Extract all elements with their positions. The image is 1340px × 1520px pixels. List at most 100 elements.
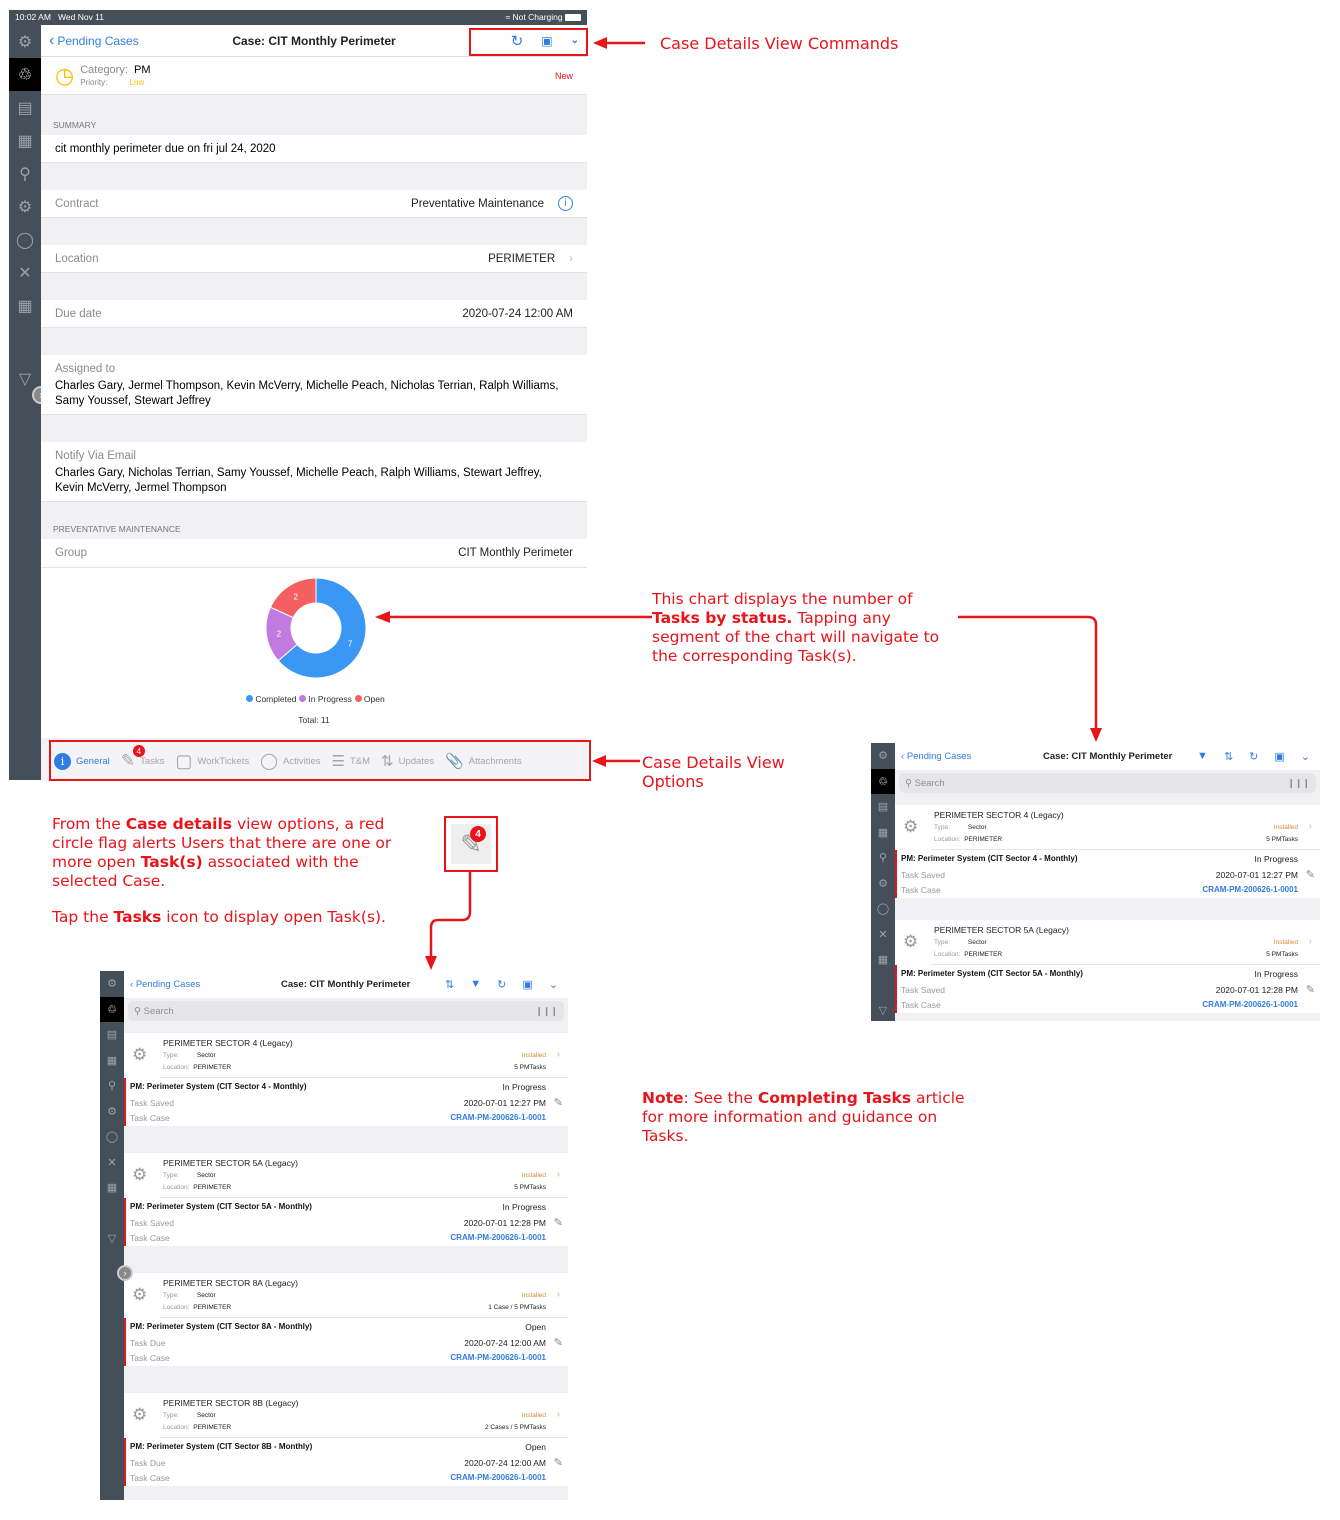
location-value: PERIMETER [193,1184,232,1191]
flag-annotation: From the Case details view options, a re… [52,815,392,890]
task-date-label: Task Due [130,1338,166,1348]
edit-task-icon[interactable]: ✎ [554,1456,563,1469]
refresh-icon[interactable]: ↻ [1249,750,1258,763]
asset-item[interactable]: ⚙ PERIMETER SECTOR 5A (Legacy) Type: Sect… [895,920,1320,965]
tasks-icon-callout: ✎ 4 [444,816,498,872]
commands-annotation: Case Details View Commands [660,34,899,53]
location-value: PERIMETER [964,836,1003,843]
task-name: PM: Perimeter System (CIT Sector 8A - Mo… [130,1322,312,1331]
edit-task-icon[interactable]: ✎ [554,1336,563,1349]
barcode-icon[interactable]: ❙❙❙ [1287,778,1310,789]
task-date-label: Task Saved [130,1218,174,1228]
expand-rail-button[interactable]: › [117,1265,133,1281]
filter-icon[interactable]: ▽ [871,998,895,1021]
clipboard-icon[interactable]: ▤ [871,794,895,820]
task-case-label: Task Case [901,1000,941,1010]
task-case-link[interactable]: CRAM-PM-200626-1-0001 [1202,885,1298,894]
chevron-down-icon[interactable]: ⌄ [549,978,558,991]
calendar-icon[interactable]: ▦ [871,947,895,973]
calendar-icon[interactable]: ▦ [100,1175,124,1201]
task-case-link[interactable]: CRAM-PM-200626-1-0001 [450,1113,546,1122]
nav-bar: ‹ Pending Cases Case: CIT Monthly Perime… [124,971,568,998]
asset-item[interactable]: ⚙ PERIMETER SECTOR 4 (Legacy) Type: Secto… [124,1033,568,1078]
camera-icon[interactable]: ▣ [1274,750,1284,763]
task-case-link[interactable]: CRAM-PM-200626-1-0001 [450,1233,546,1242]
lightbulb-icon[interactable]: ◯ [871,896,895,922]
filter-icon[interactable]: ▼ [470,978,481,991]
asset-item[interactable]: ⚙ PERIMETER SECTOR 5A (Legacy) Type: Sect… [124,1153,568,1198]
edit-task-icon[interactable]: ✎ [554,1096,563,1109]
side-rail: ⚙ ♲ ▤ ▦ ⚲ ⚙ ◯ ✕ ▦ ▽ [100,971,124,1500]
task-case-label: Task Case [130,1113,170,1123]
back-button[interactable]: ‹ Pending Cases [901,751,971,762]
asset-item[interactable]: ⚙ PERIMETER SECTOR 4 (Legacy) Type: Secto… [895,805,1320,850]
refresh-icon[interactable]: ↻ [497,978,506,991]
task-item[interactable]: PM: Perimeter System (CIT Sector 4 - Mon… [124,1078,568,1126]
edit-task-icon[interactable]: ✎ [1306,983,1315,996]
task-date-value: 2020-07-01 12:27 PM [463,1098,546,1108]
edit-task-icon[interactable]: ✎ [554,1216,563,1229]
task-date-value: 2020-07-01 12:28 PM [1215,985,1298,995]
filter-icon[interactable]: ▽ [100,1226,124,1252]
map-icon[interactable]: ▦ [871,820,895,846]
task-list-screen-right: ⚙ ♲ ▤ ▦ ⚲ ⚙ ◯ ✕ ▦ ▽ ‹ Pending Cases Case: CIT Mon… [871,743,1320,1021]
gears-icon: ⚙ [132,1165,148,1184]
task-item[interactable]: PM: Perimeter System (CIT Sector 8A - Mo… [124,1318,568,1366]
search-input[interactable]: ⚲ Search ❙❙❙ [899,773,1316,793]
location-pin-icon[interactable]: ⚲ [100,1073,124,1099]
filter-icon[interactable]: ▼ [1197,750,1208,763]
clipboard-icon[interactable]: ▤ [100,1022,124,1048]
gears-icon: ⚙ [903,932,919,951]
sort-icon[interactable]: ⇅ [445,978,454,991]
chevron-left-icon: ‹ [901,751,905,762]
back-button[interactable]: ‹ Pending Cases [130,979,200,990]
edit-task-icon[interactable]: ✎ [1306,868,1315,881]
install-status: Installed [521,1292,546,1299]
type-label: Type: [163,1412,179,1419]
task-date-label: Task Saved [901,870,945,880]
sort-icon[interactable]: ⇅ [1224,750,1233,763]
task-case-label: Task Case [901,885,941,895]
camera-icon[interactable]: ▣ [522,978,532,991]
type-label: Type: [934,824,950,831]
type-value: Sector [196,1412,216,1419]
tasks-badge: 4 [470,826,486,842]
tools-icon[interactable]: ✕ [100,1150,124,1176]
task-name: PM: Perimeter System (CIT Sector 4 - Mon… [130,1082,307,1091]
list-commands: ▼ ⇅ ↻ ▣ ⌄ [1197,750,1310,763]
type-value: Sector [196,1052,216,1059]
asset-item[interactable]: ⚙ PERIMETER SECTOR 8A (Legacy) Type: Sect… [124,1273,568,1318]
task-status: In Progress [1254,854,1298,864]
bell-icon[interactable]: ♲ [100,996,124,1022]
page-title: Case: CIT Monthly Perimeter [281,979,411,990]
arrow-to-list [958,615,1098,730]
bell-icon[interactable]: ♲ [871,768,895,794]
task-item[interactable]: PM: Perimeter System (CIT Sector 8B - Mo… [124,1438,568,1486]
lightbulb-icon[interactable]: ◯ [100,1124,124,1150]
task-item[interactable]: PM: Perimeter System (CIT Sector 5A - Mo… [895,965,1320,1013]
task-case-link[interactable]: CRAM-PM-200626-1-0001 [450,1473,546,1482]
search-placeholder: Search [914,777,945,789]
task-item[interactable]: PM: Perimeter System (CIT Sector 5A - Mo… [124,1198,568,1246]
task-case-link[interactable]: CRAM-PM-200626-1-0001 [450,1353,546,1362]
gears-icon[interactable]: ⚙ [871,871,895,897]
map-icon[interactable]: ▦ [100,1048,124,1074]
task-name: PM: Perimeter System (CIT Sector 4 - Mon… [901,854,1078,863]
type-value: Sector [967,939,987,946]
asset-name: PERIMETER SECTOR 5A (Legacy) [934,925,1069,935]
gears-icon[interactable]: ⚙ [100,1099,124,1125]
location-label: Location: [934,836,961,843]
task-case-link[interactable]: CRAM-PM-200626-1-0001 [1202,1000,1298,1009]
asset-item[interactable]: ⚙ PERIMETER SECTOR 8B (Legacy) Type: Sect… [124,1393,568,1438]
tools-icon[interactable]: ✕ [871,922,895,948]
task-name: PM: Perimeter System (CIT Sector 5A - Mo… [901,969,1083,978]
search-input[interactable]: ⚲ Search ❙❙❙ [128,1001,564,1021]
settings-icon[interactable]: ⚙ [871,743,895,769]
task-item[interactable]: PM: Perimeter System (CIT Sector 4 - Mon… [895,850,1320,898]
chevron-down-icon[interactable]: ⌄ [1301,750,1310,763]
barcode-icon[interactable]: ❙❙❙ [535,1006,558,1017]
chart-annotation: This chart displays the number of Tasks … [652,590,940,665]
location-pin-icon[interactable]: ⚲ [871,845,895,871]
settings-icon[interactable]: ⚙ [100,971,124,997]
